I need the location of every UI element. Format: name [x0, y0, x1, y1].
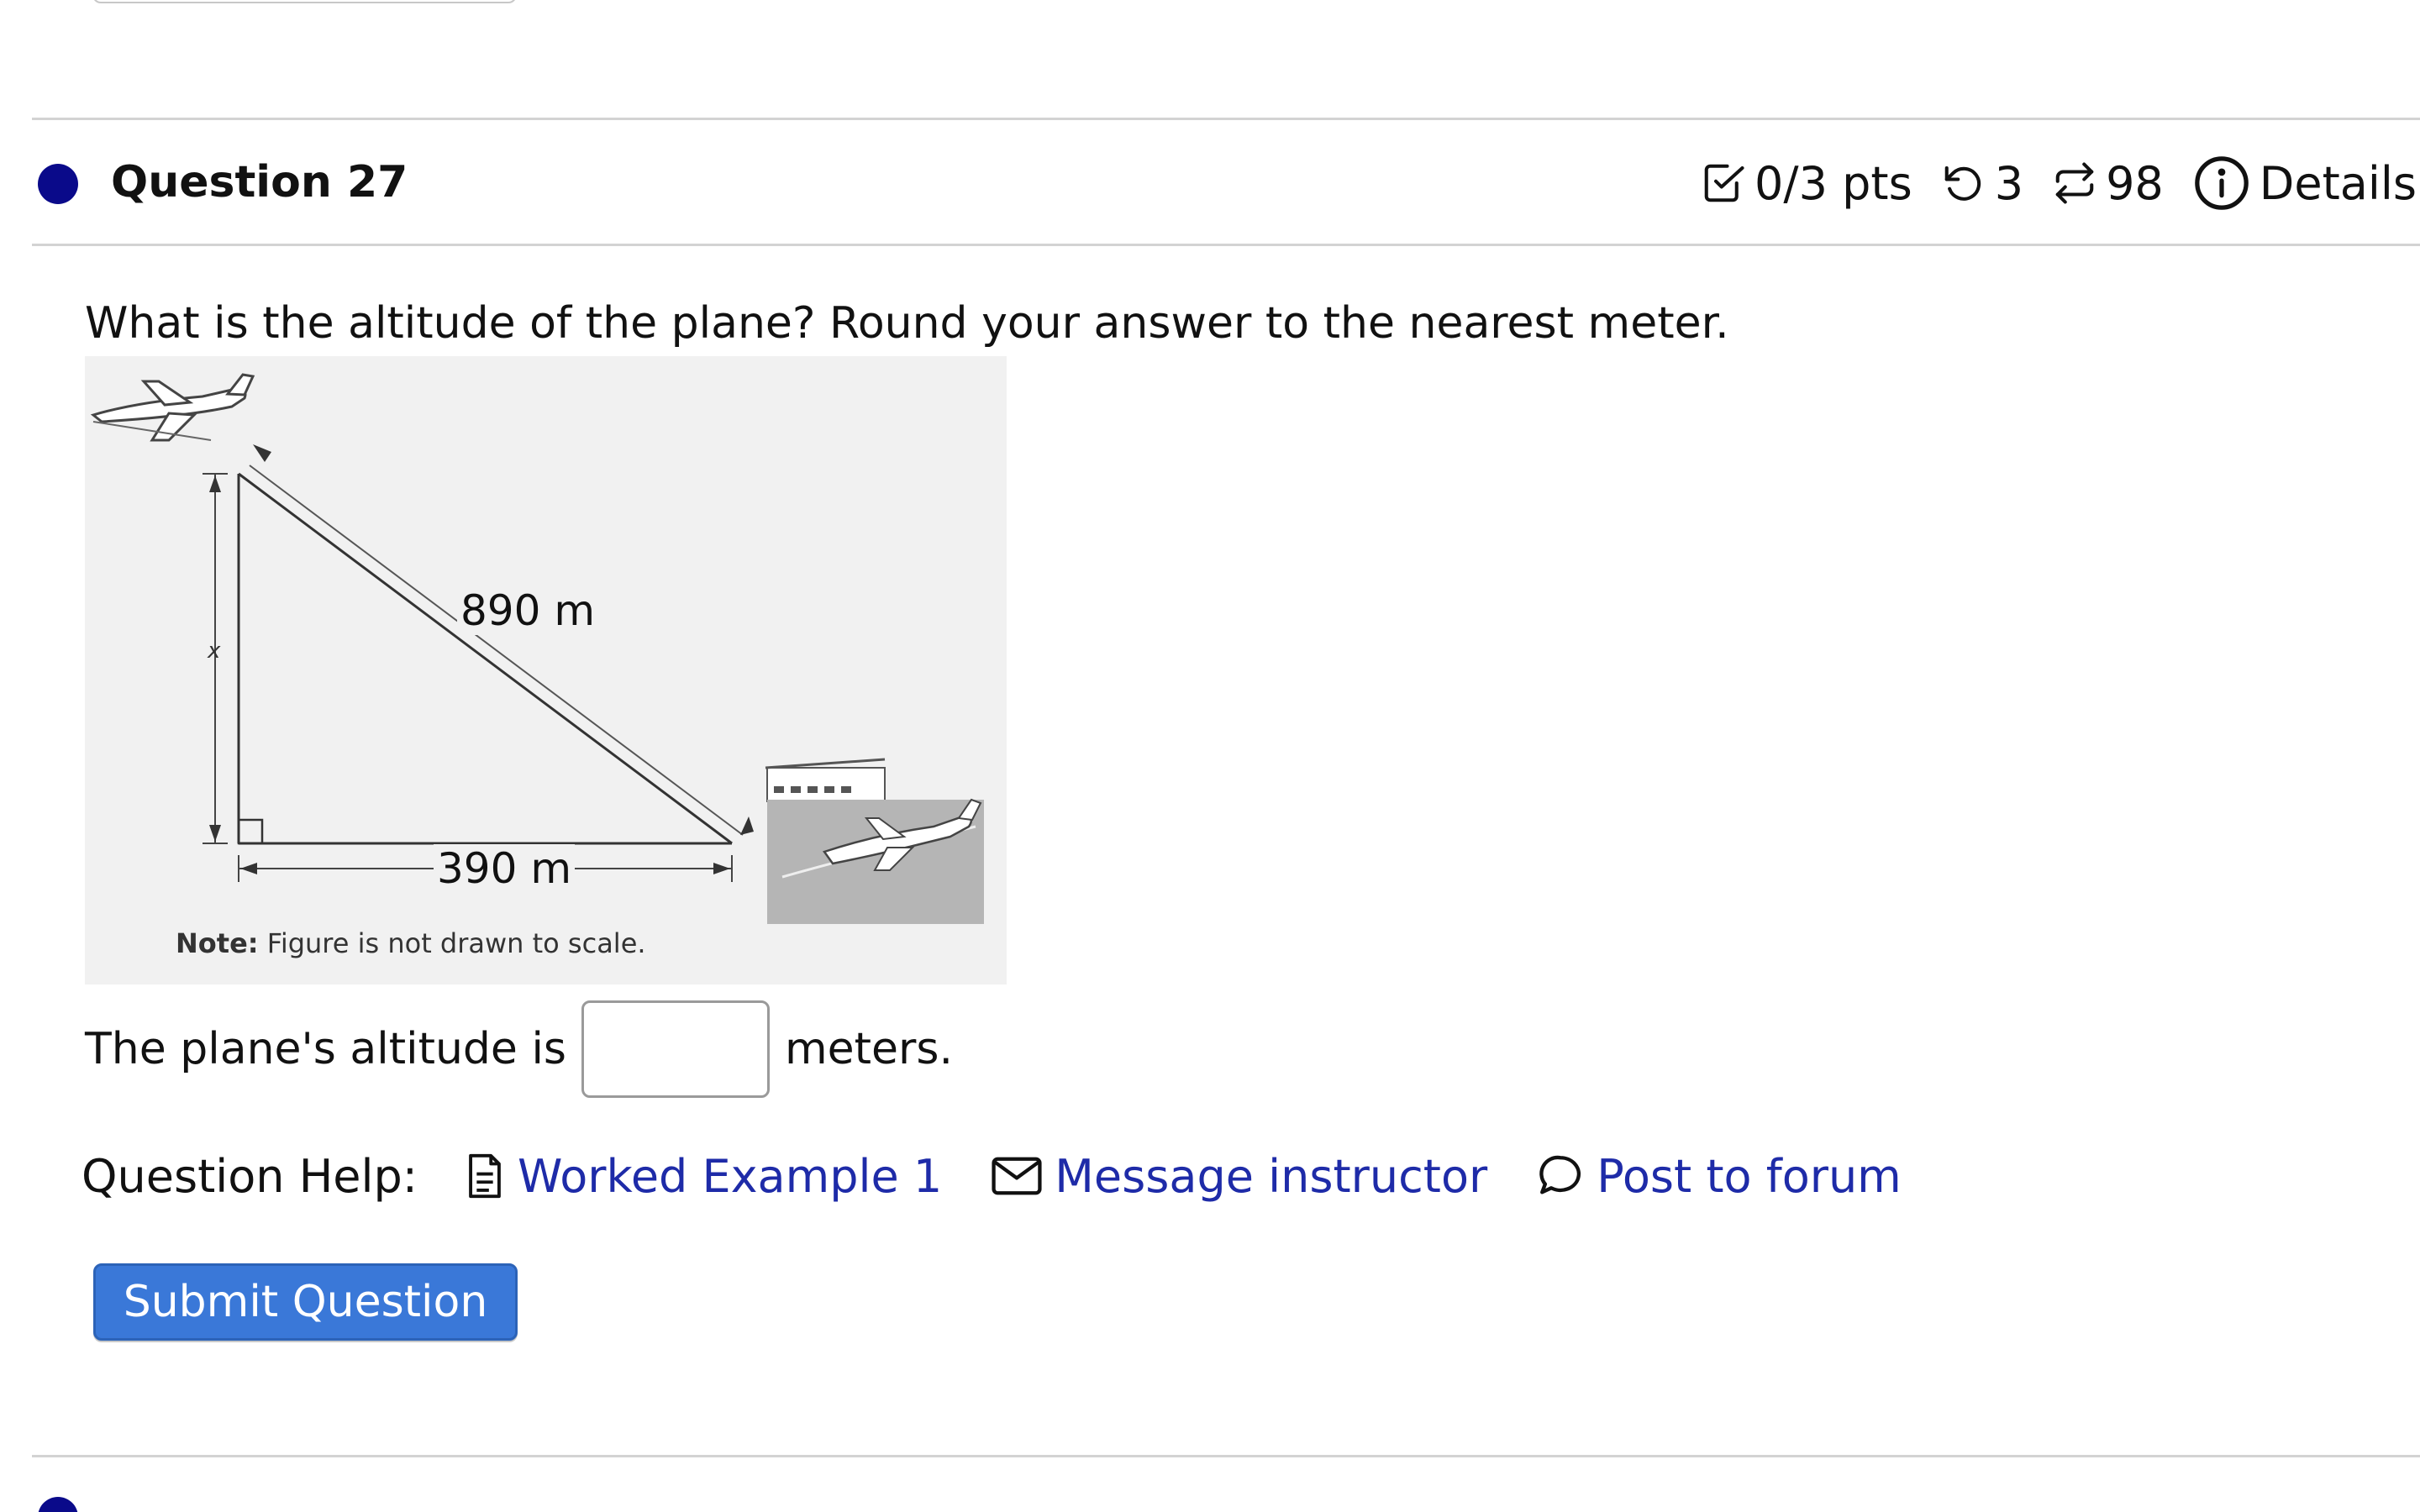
worked-example-label: Worked Example 1 [518, 1149, 943, 1203]
info-icon [2194, 156, 2249, 210]
question-title: Question 27 [111, 157, 408, 207]
repeat-icon [2055, 162, 2094, 204]
question-prompt: What is the altitude of the plane? Round… [85, 298, 1729, 349]
figure-note: Note: Figure is not drawn to scale. [176, 927, 646, 959]
submit-question-button[interactable]: Submit Question [93, 1263, 518, 1341]
triangle-figure: 890 m 390 m x Note: Figure is not drawn … [85, 356, 1007, 984]
details-label: Details [2259, 156, 2417, 210]
answer-suffix: meters. [785, 1024, 954, 1074]
question-help: Question Help: Worked Example 1 Message … [82, 1142, 1950, 1210]
message-instructor-link[interactable]: Message instructor [991, 1150, 1487, 1203]
divider [32, 1455, 2420, 1457]
attempts-text: 3 [1994, 156, 2024, 210]
mail-icon [992, 1157, 1042, 1195]
question-meta: 0/3 pts 3 98 Details [1672, 151, 2417, 215]
question-header: Question 27 0/3 pts 3 98 Details [0, 118, 2420, 244]
checkbox-icon [1704, 164, 1744, 202]
help-label: Question Help: [82, 1149, 418, 1203]
message-instructor-label: Message instructor [1055, 1149, 1488, 1203]
worked-example-link[interactable]: Worked Example 1 [464, 1150, 942, 1203]
previous-submit-button[interactable] [92, 0, 517, 3]
details-toggle[interactable]: Details [2192, 154, 2417, 213]
attempts-badge: 3 [1941, 157, 2023, 210]
answer-prefix: The plane's altitude is [85, 1024, 566, 1074]
post-to-forum-link[interactable]: Post to forum [1536, 1150, 1902, 1203]
versions-text: 98 [2106, 156, 2164, 210]
answer-line: The plane's altitude is meters. [85, 1000, 953, 1099]
altitude-answer-input[interactable] [581, 1000, 770, 1098]
versions-badge: 98 [2052, 157, 2164, 210]
height-label: x [208, 638, 221, 664]
chat-bubble-icon [1539, 1155, 1581, 1194]
retry-icon [1944, 165, 1981, 201]
hypotenuse-label: 890 m [457, 586, 599, 635]
post-to-forum-label: Post to forum [1597, 1149, 1902, 1203]
question-status-dot [38, 164, 78, 204]
next-question-status-dot [38, 1497, 78, 1512]
score-text: 0/3 pts [1754, 156, 1912, 210]
base-label: 390 m [434, 844, 576, 893]
parked-plane-icon [767, 798, 984, 924]
score-badge: 0/3 pts [1701, 157, 1912, 210]
figure-note-bold: Note: [176, 927, 259, 959]
figure-note-text: Figure is not drawn to scale. [258, 927, 646, 959]
divider [32, 244, 2420, 246]
document-icon [469, 1153, 501, 1199]
